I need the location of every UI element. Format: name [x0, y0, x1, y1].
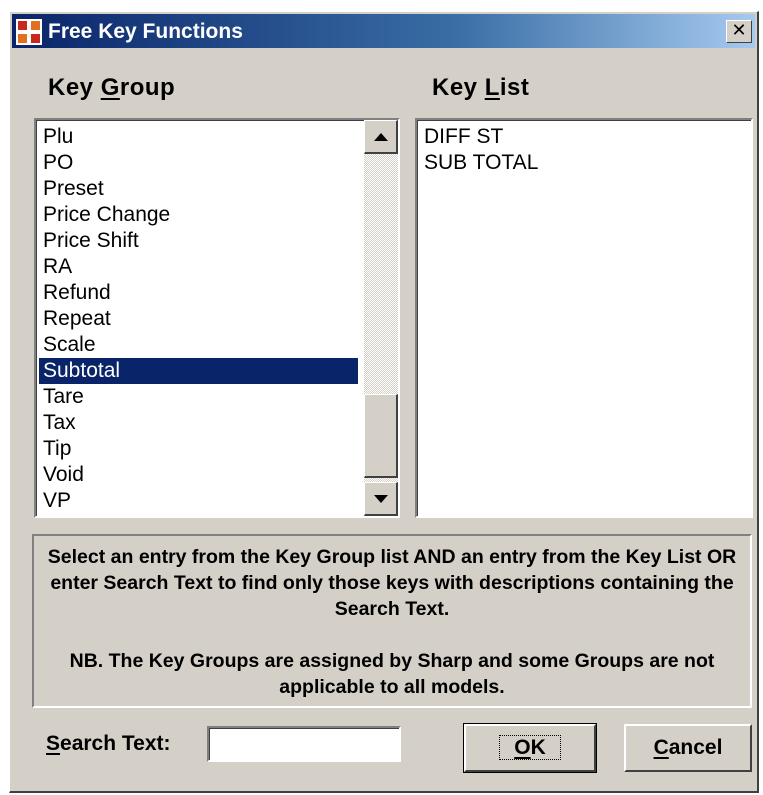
- title-bar[interactable]: Free Key Functions ✕: [12, 14, 755, 48]
- key-list-items: DIFF ST SUB TOTAL: [420, 124, 748, 176]
- free-key-functions-dialog: Free Key Functions ✕ Key Group Key List …: [9, 11, 759, 793]
- key-group-item[interactable]: VP: [39, 488, 358, 514]
- key-group-item[interactable]: Plu: [39, 124, 358, 150]
- key-group-item[interactable]: Void: [39, 462, 358, 488]
- key-group-item[interactable]: Price Shift: [39, 228, 358, 254]
- key-list-listbox[interactable]: DIFF ST SUB TOTAL: [415, 118, 753, 518]
- key-group-listbox[interactable]: Plu PO Preset Price Change Price Shift RA Refu…: [34, 118, 400, 518]
- key-group-label: Key Group: [48, 74, 176, 101]
- key-group-scrollbar[interactable]: [364, 120, 398, 516]
- ok-button-label: OK: [499, 735, 561, 760]
- sharp-app-icon: [16, 19, 42, 45]
- ok-button[interactable]: OK: [463, 723, 597, 773]
- scroll-thumb[interactable]: [364, 394, 398, 478]
- key-group-item[interactable]: Price Change: [39, 202, 358, 228]
- key-group-item[interactable]: RA: [39, 254, 358, 280]
- key-group-item[interactable]: Preset: [39, 176, 358, 202]
- key-group-item[interactable]: Tax: [39, 410, 358, 436]
- key-group-item[interactable]: Subtotal: [39, 358, 358, 384]
- scroll-up-button[interactable]: [364, 120, 398, 154]
- cancel-button[interactable]: Cancel: [624, 724, 752, 772]
- info-panel: Select an entry from the Key Group list …: [32, 534, 752, 708]
- key-group-item[interactable]: PO: [39, 150, 358, 176]
- window-title: Free Key Functions: [48, 20, 243, 43]
- key-list-label: Key List: [432, 74, 530, 101]
- scroll-down-button[interactable]: [364, 482, 398, 516]
- key-list-item[interactable]: SUB TOTAL: [420, 150, 748, 176]
- key-group-item[interactable]: Refund: [39, 280, 358, 306]
- key-group-items: Plu PO Preset Price Change Price Shift RA Refu…: [39, 124, 358, 514]
- arrow-up-icon: [373, 132, 388, 141]
- key-group-item[interactable]: Repeat: [39, 306, 358, 332]
- key-group-item[interactable]: Tare: [39, 384, 358, 410]
- key-list-item[interactable]: DIFF ST: [420, 124, 748, 150]
- key-group-item[interactable]: Scale: [39, 332, 358, 358]
- search-text-label: Search Text:: [46, 732, 171, 755]
- info-text-instructions: Select an entry from the Key Group list …: [47, 546, 737, 620]
- close-icon: ✕: [731, 20, 747, 41]
- info-text-note: NB. The Key Groups are assigned by Sharp…: [69, 650, 715, 698]
- search-text-input[interactable]: [207, 726, 401, 762]
- close-button[interactable]: ✕: [726, 20, 752, 43]
- key-group-item[interactable]: Tip: [39, 436, 358, 462]
- arrow-down-icon: [373, 494, 388, 503]
